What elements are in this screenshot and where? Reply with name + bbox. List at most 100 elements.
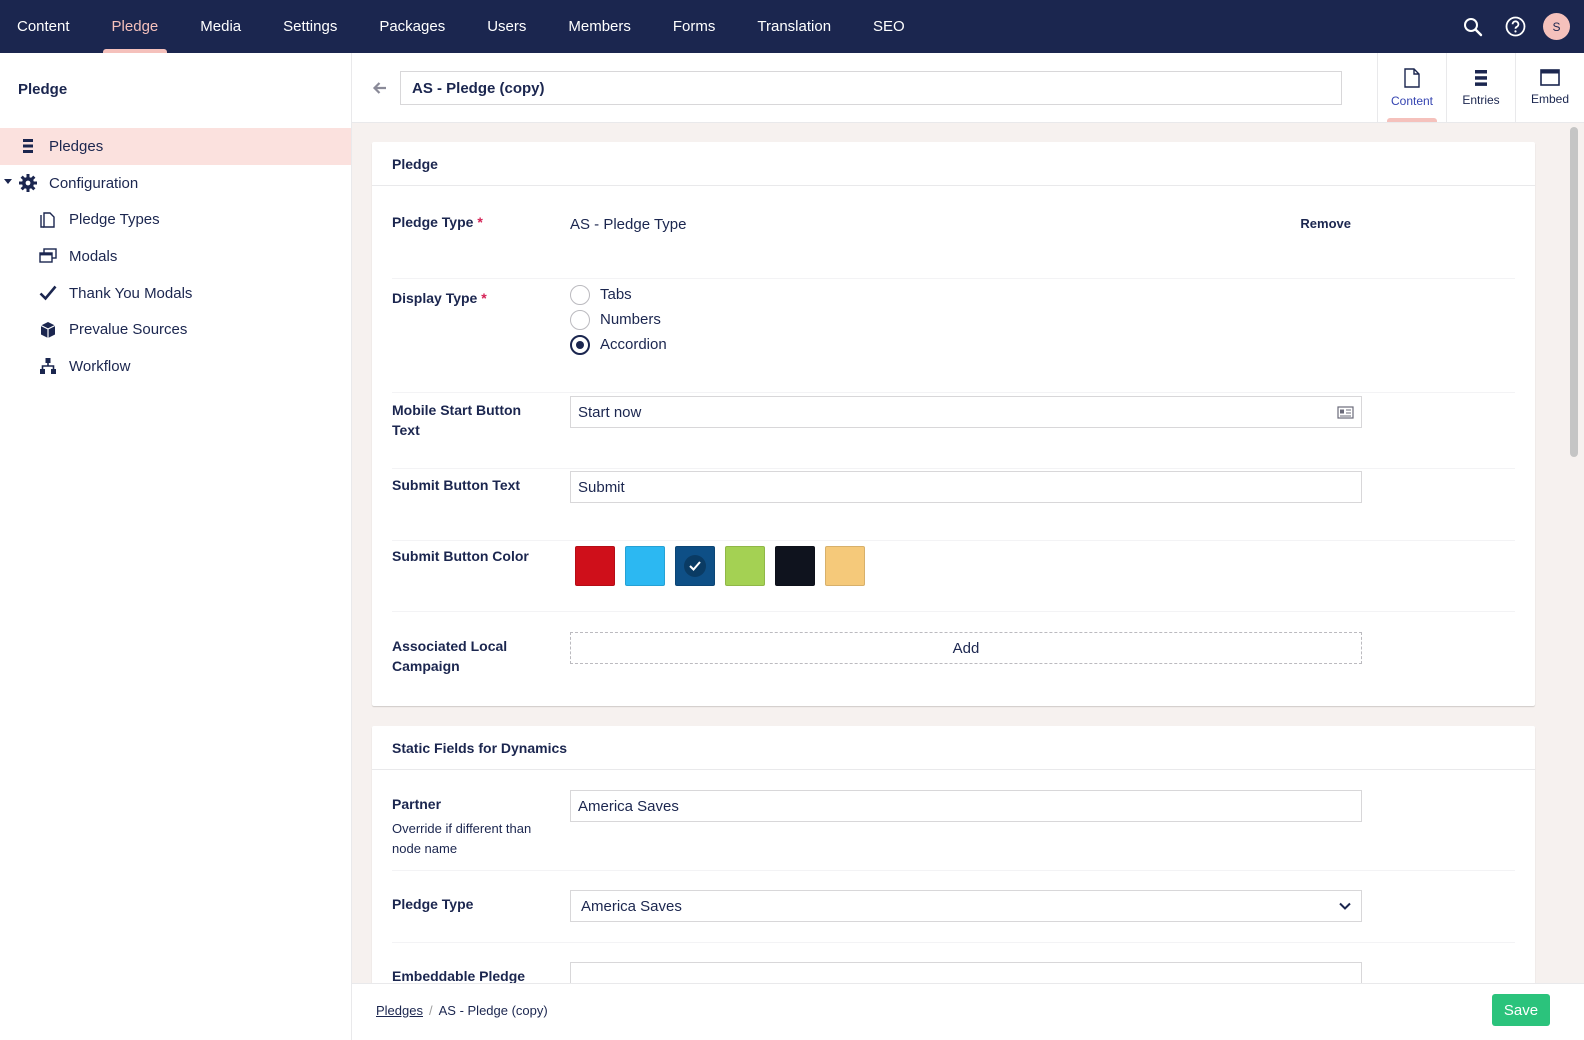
save-button[interactable]: Save (1492, 994, 1550, 1026)
nav-seo[interactable]: SEO (852, 0, 926, 53)
search-icon[interactable] (1459, 13, 1487, 41)
group-title: Pledge (372, 142, 1535, 186)
mobile-start-input[interactable]: Start now (570, 396, 1362, 428)
sidebar-item-modals[interactable]: Modals (0, 238, 351, 275)
add-campaign-button[interactable]: Add (570, 632, 1362, 664)
app-content[interactable]: Content (1377, 53, 1446, 122)
divider (392, 870, 1515, 871)
property-label: Embeddable Pledge (392, 968, 526, 983)
display-type-radios: Tabs Numbers Accordion (570, 282, 667, 357)
box-icon (37, 319, 59, 341)
breadcrumb-link-pledges[interactable]: Pledges (376, 1003, 423, 1018)
chevron-down-icon (1339, 902, 1351, 910)
property-display-type: Display Type * Tabs Numbers Accordion (392, 282, 1515, 382)
section-tabs: Content Pledge Media Settings Packages U… (0, 0, 926, 53)
sidebar-item-label: Configuration (49, 174, 139, 192)
color-swatch-black[interactable] (775, 546, 815, 586)
property-pledge-type: Pledge Type * AS - Pledge Type Remove (392, 206, 1515, 266)
property-label: Pledge Type (392, 896, 474, 912)
expand-caret-icon[interactable] (4, 178, 12, 184)
group-title: Static Fields for Dynamics (372, 726, 1535, 770)
breadcrumb-current: AS - Pledge (copy) (438, 1003, 548, 1018)
app-content-label: Content (1390, 93, 1434, 108)
sidebar-item-pledge-types[interactable]: Pledge Types (0, 201, 351, 238)
editor-content: Pledge Pledge Type * AS - Pledge Type Re… (352, 123, 1584, 983)
app-entries-label: Entries (1462, 92, 1500, 107)
windows-icon (37, 245, 59, 267)
app-entries[interactable]: Entries (1446, 53, 1515, 122)
embeddable-pledge-input[interactable] (570, 962, 1362, 983)
property-label: Partner Override if different than node … (392, 794, 542, 859)
list-icon (17, 135, 39, 157)
sidebar-item-workflow[interactable]: Workflow (0, 348, 351, 385)
pledge-group: Pledge Pledge Type * AS - Pledge Type Re… (372, 142, 1535, 706)
sidebar-tree: Pledges Configuration Pledge Types Modal… (0, 128, 351, 385)
picked-pledge-type: AS - Pledge Type (570, 216, 687, 233)
sidebar-item-label: Workflow (69, 357, 131, 375)
property-label: Mobile Start Button Text (392, 402, 522, 438)
content-scrollbar[interactable] (1570, 127, 1578, 457)
property-mobile-start-button: Mobile Start Button Text Start now (392, 396, 1515, 462)
back-arrow-icon[interactable] (372, 80, 388, 96)
color-swatch-red[interactable] (575, 546, 615, 586)
radio-numbers[interactable]: Numbers (570, 307, 667, 332)
sidebar-item-label: Modals (69, 247, 118, 265)
window-icon (1540, 69, 1560, 86)
selected-check-icon (684, 555, 706, 577)
color-swatch-dark-blue[interactable] (675, 546, 715, 586)
property-label: Submit Button Color (392, 548, 529, 564)
editor-header: Content Entries Embed (352, 53, 1584, 123)
app-embed[interactable]: Embed (1515, 53, 1584, 122)
color-swatches (575, 546, 865, 586)
property-label: Display Type * (392, 290, 487, 306)
color-swatch-green[interactable] (725, 546, 765, 586)
nav-pledge[interactable]: Pledge (91, 0, 180, 53)
list-icon (1475, 69, 1487, 86)
gear-icon (17, 172, 39, 194)
nav-media[interactable]: Media (179, 0, 262, 53)
property-submit-color: Submit Button Color (392, 546, 1515, 606)
property-label: Submit Button Text (392, 477, 521, 493)
property-embeddable-pledge: Embeddable Pledge (392, 962, 1515, 983)
remove-link[interactable]: Remove (1300, 216, 1351, 231)
top-navigation: Content Pledge Media Settings Packages U… (0, 0, 1584, 53)
divider (392, 278, 1515, 279)
property-partner: Partner Override if different than node … (392, 790, 1515, 870)
editor-apps: Content Entries Embed (1377, 53, 1584, 122)
app-embed-label: Embed (1530, 92, 1570, 106)
property-associated-campaign: Associated Local Campaign Add (392, 632, 1515, 682)
nav-members[interactable]: Members (547, 0, 652, 53)
pledge-type-select[interactable]: America Saves (570, 890, 1362, 922)
sidebar: Pledge Pledges Configuration Pledge Type… (0, 53, 352, 1040)
sidebar-item-configuration[interactable]: Configuration (0, 165, 351, 202)
workflow-icon (37, 355, 59, 377)
documents-icon (37, 209, 59, 231)
nav-content[interactable]: Content (0, 0, 91, 53)
nav-forms[interactable]: Forms (652, 0, 737, 53)
radio-accordion[interactable]: Accordion (570, 332, 667, 357)
sidebar-item-prevalue-sources[interactable]: Prevalue Sources (0, 311, 351, 348)
user-avatar[interactable]: S (1543, 13, 1570, 40)
property-description: Override if different than node name (392, 821, 532, 856)
divider (392, 540, 1515, 541)
sidebar-item-label: Thank You Modals (69, 284, 193, 302)
text-field-icon (1337, 405, 1354, 419)
color-swatch-sand[interactable] (825, 546, 865, 586)
sidebar-item-thank-you-modals[interactable]: Thank You Modals (0, 275, 351, 312)
breadcrumb-separator: / (428, 1003, 433, 1018)
node-name-input[interactable] (400, 71, 1342, 105)
nav-settings[interactable]: Settings (262, 0, 358, 53)
divider (392, 392, 1515, 393)
radio-tabs[interactable]: Tabs (570, 282, 667, 307)
check-icon (37, 282, 59, 304)
submit-text-input[interactable]: Submit (570, 471, 1362, 503)
sidebar-item-pledges[interactable]: Pledges (0, 128, 351, 165)
property-label: Pledge Type * (392, 214, 483, 230)
partner-input[interactable]: America Saves (570, 790, 1362, 822)
color-swatch-sky-blue[interactable] (625, 546, 665, 586)
document-icon (1404, 67, 1420, 88)
nav-translation[interactable]: Translation (736, 0, 852, 53)
nav-packages[interactable]: Packages (358, 0, 466, 53)
nav-users[interactable]: Users (466, 0, 547, 53)
help-icon[interactable] (1501, 13, 1529, 41)
